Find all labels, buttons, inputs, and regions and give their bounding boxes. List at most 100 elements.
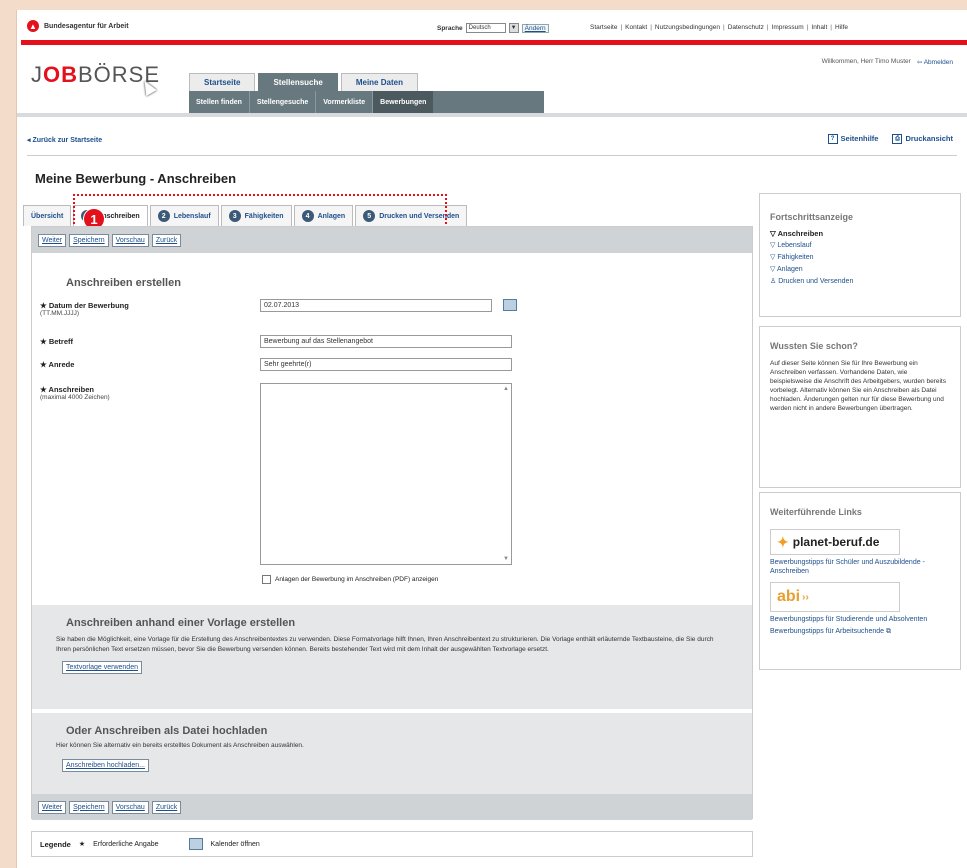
help-icon: ? bbox=[827, 134, 838, 145]
subnav-vormerkliste[interactable]: Vormerkliste bbox=[316, 91, 374, 113]
progress-item-3[interactable]: ▽ Fähigkeiten bbox=[770, 252, 950, 264]
planet-beruf-link[interactable]: Bewerbungstipps für Schüler und Auszubil… bbox=[770, 558, 950, 576]
progress-marker-icon: ▽ bbox=[770, 229, 776, 238]
abi-arrows-icon: ›› bbox=[802, 591, 809, 603]
org-name: Bundesagentur für Arbeit bbox=[44, 22, 129, 30]
progress-box: Fortschrittsanzeige ▽ Anschreiben ▽ Lebe… bbox=[759, 193, 961, 317]
back-link-label: Zurück zur Startseite bbox=[32, 137, 103, 144]
next-button[interactable]: Weiter bbox=[38, 233, 67, 247]
jobseeker-link-label: Bewerbungstipps für Arbeitsuchende bbox=[770, 628, 885, 635]
back-to-start-link[interactable]: ◂ Zurück zur Startseite bbox=[27, 136, 102, 144]
salutation-label-text: Anrede bbox=[48, 360, 75, 369]
subnav-stellengesuche[interactable]: Stellengesuche bbox=[250, 91, 317, 113]
planet-beruf-logo[interactable]: ✦ planet-beruf.de bbox=[770, 529, 900, 555]
date-field[interactable]: 02.07.2013 bbox=[260, 299, 492, 312]
scroll-up-icon[interactable]: ▲ bbox=[503, 386, 509, 392]
toplink-nutzungsbedingungen[interactable]: Nutzungsbedingungen bbox=[655, 24, 720, 31]
external-link-icon: ⧉ bbox=[885, 628, 891, 635]
date-label: ★ Datum der Bewerbung (TT.MM.JJJJ) bbox=[40, 301, 129, 317]
logout-icon: ⇦ bbox=[916, 59, 923, 66]
save-button[interactable]: Speichern bbox=[69, 800, 109, 814]
subject-field[interactable]: Bewerbung auf das Stellenangebot bbox=[260, 335, 512, 348]
welcome-area: Willkommen, Herr Timo Muster ⇦ Abmelden bbox=[822, 58, 953, 66]
progress-item-label: Anschreiben bbox=[777, 229, 824, 238]
progress-item-5[interactable]: ♙ Drucken und Versenden bbox=[770, 276, 950, 288]
template-section: Anschreiben anhand einer Vorlage erstell… bbox=[32, 605, 752, 709]
abi-link[interactable]: Bewerbungstipps für Studierende und Abso… bbox=[770, 615, 950, 624]
back-button[interactable]: Zurück bbox=[151, 800, 182, 814]
tab-startseite[interactable]: Startseite bbox=[189, 73, 256, 91]
logout-link[interactable]: ⇦ Abmelden bbox=[917, 58, 953, 66]
use-template-button[interactable]: Textvorlage verwenden bbox=[62, 661, 142, 674]
change-language-button[interactable]: Ändern bbox=[521, 23, 549, 33]
preview-button[interactable]: Vorschau bbox=[111, 233, 149, 247]
person-icon: ♙ bbox=[770, 278, 777, 285]
chevron-down-icon[interactable]: ▼ bbox=[508, 23, 519, 33]
calendar-icon bbox=[188, 838, 203, 850]
sub-navigation: Stellen finden Stellengesuche Vormerklis… bbox=[189, 91, 544, 113]
salutation-field[interactable]: Sehr geehrte(r) bbox=[260, 358, 512, 371]
legend-required: Erforderliche Angabe bbox=[93, 840, 159, 848]
subnav-stellen-finden[interactable]: Stellen finden bbox=[189, 91, 250, 113]
tab-meine-daten[interactable]: Meine Daten bbox=[340, 73, 418, 91]
progress-marker-icon: ▽ bbox=[770, 254, 776, 261]
upload-section: Oder Anschreiben als Datei hochladen Hie… bbox=[32, 713, 752, 795]
toplink-impressum[interactable]: Impressum bbox=[772, 24, 804, 31]
back-button[interactable]: Zurück bbox=[151, 233, 182, 247]
letter-label: ★ Anschreiben (maximal 4000 Zeichen) bbox=[40, 385, 110, 401]
nav-divider bbox=[17, 113, 967, 117]
calendar-icon[interactable] bbox=[503, 299, 517, 311]
jobseeker-link[interactable]: Bewerbungstipps für Arbeitsuchende ⧉ bbox=[770, 627, 950, 636]
language-select[interactable]: Deutsch bbox=[465, 23, 506, 33]
progress-marker-icon: ▽ bbox=[770, 266, 776, 273]
toplink-datenschutz[interactable]: Datenschutz bbox=[728, 24, 764, 31]
scroll-down-icon[interactable]: ▼ bbox=[503, 556, 509, 562]
subject-label-text: Betreff bbox=[48, 337, 73, 346]
header-red-bar bbox=[21, 40, 967, 45]
tab-overview[interactable]: Übersicht bbox=[23, 205, 72, 226]
upload-section-text: Hier können Sie alternativ ein bereits e… bbox=[56, 742, 304, 749]
date-hint: (TT.MM.JJJJ) bbox=[40, 310, 79, 317]
attach-checkbox[interactable] bbox=[262, 575, 271, 584]
did-you-know-text: Auf dieser Seite können Sie für Ihre Bew… bbox=[770, 360, 946, 412]
tab-stellensuche[interactable]: Stellensuche bbox=[258, 73, 338, 91]
brand-accent: OB bbox=[43, 62, 78, 87]
toplink-startseite[interactable]: Startseite bbox=[590, 24, 617, 31]
preview-button[interactable]: Vorschau bbox=[111, 800, 149, 814]
upload-section-title: Oder Anschreiben als Datei hochladen bbox=[66, 725, 268, 737]
save-button[interactable]: Speichern bbox=[69, 233, 109, 247]
progress-item-1: ▽ Anschreiben bbox=[770, 228, 950, 240]
planet-logo-text: planet-beruf.de bbox=[792, 535, 880, 549]
toplink-inhalt[interactable]: Inhalt bbox=[811, 24, 827, 31]
progress-item-label: Anlagen bbox=[776, 266, 803, 273]
page-help-link[interactable]: ? Seitenhilfe bbox=[827, 134, 878, 145]
print-view-label: Druckansicht bbox=[905, 134, 953, 143]
required-star-icon: ★ bbox=[78, 841, 86, 848]
upload-letter-button[interactable]: Anschreiben hochladen... bbox=[62, 759, 149, 772]
progress-item-label: Drucken und Versenden bbox=[778, 278, 854, 285]
page-title: Meine Bewerbung - Anschreiben bbox=[35, 171, 237, 186]
toplink-hilfe[interactable]: Hilfe bbox=[835, 24, 848, 31]
subnav-bewerbungen[interactable]: Bewerbungen bbox=[373, 91, 434, 113]
toplink-kontakt[interactable]: Kontakt bbox=[625, 24, 647, 31]
abi-logo[interactable]: abi ›› bbox=[770, 582, 900, 612]
further-links-title: Weiterführende Links bbox=[770, 507, 862, 517]
progress-marker-icon: ▽ bbox=[770, 242, 776, 249]
progress-item-4[interactable]: ▽ Anlagen bbox=[770, 264, 950, 276]
salutation-label: ★ Anrede bbox=[40, 360, 75, 369]
ba-logo[interactable]: ▲ Bundesagentur für Arbeit bbox=[27, 20, 129, 32]
tab-overview-label: Übersicht bbox=[31, 212, 64, 220]
language-selector: Sprache Deutsch ▼ Ändern bbox=[437, 23, 549, 33]
legend-label: Legende bbox=[40, 839, 71, 849]
progress-item-label: Fähigkeiten bbox=[777, 254, 814, 261]
logout-label: Abmelden bbox=[923, 59, 953, 66]
legend-calendar: Kalender öffnen bbox=[210, 840, 260, 848]
legend: Legende ★ Erforderliche Angabe Kalender … bbox=[31, 831, 753, 857]
progress-item-2[interactable]: ▽ Lebenslauf bbox=[770, 240, 950, 252]
abi-logo-text: abi bbox=[777, 588, 801, 605]
next-button[interactable]: Weiter bbox=[38, 800, 67, 814]
letter-textarea[interactable]: ▲ ▼ bbox=[260, 383, 512, 565]
print-view-link[interactable]: ⎙ Druckansicht bbox=[892, 134, 953, 145]
ba-logo-icon: ▲ bbox=[27, 20, 39, 32]
printer-icon: ⎙ bbox=[892, 134, 903, 145]
